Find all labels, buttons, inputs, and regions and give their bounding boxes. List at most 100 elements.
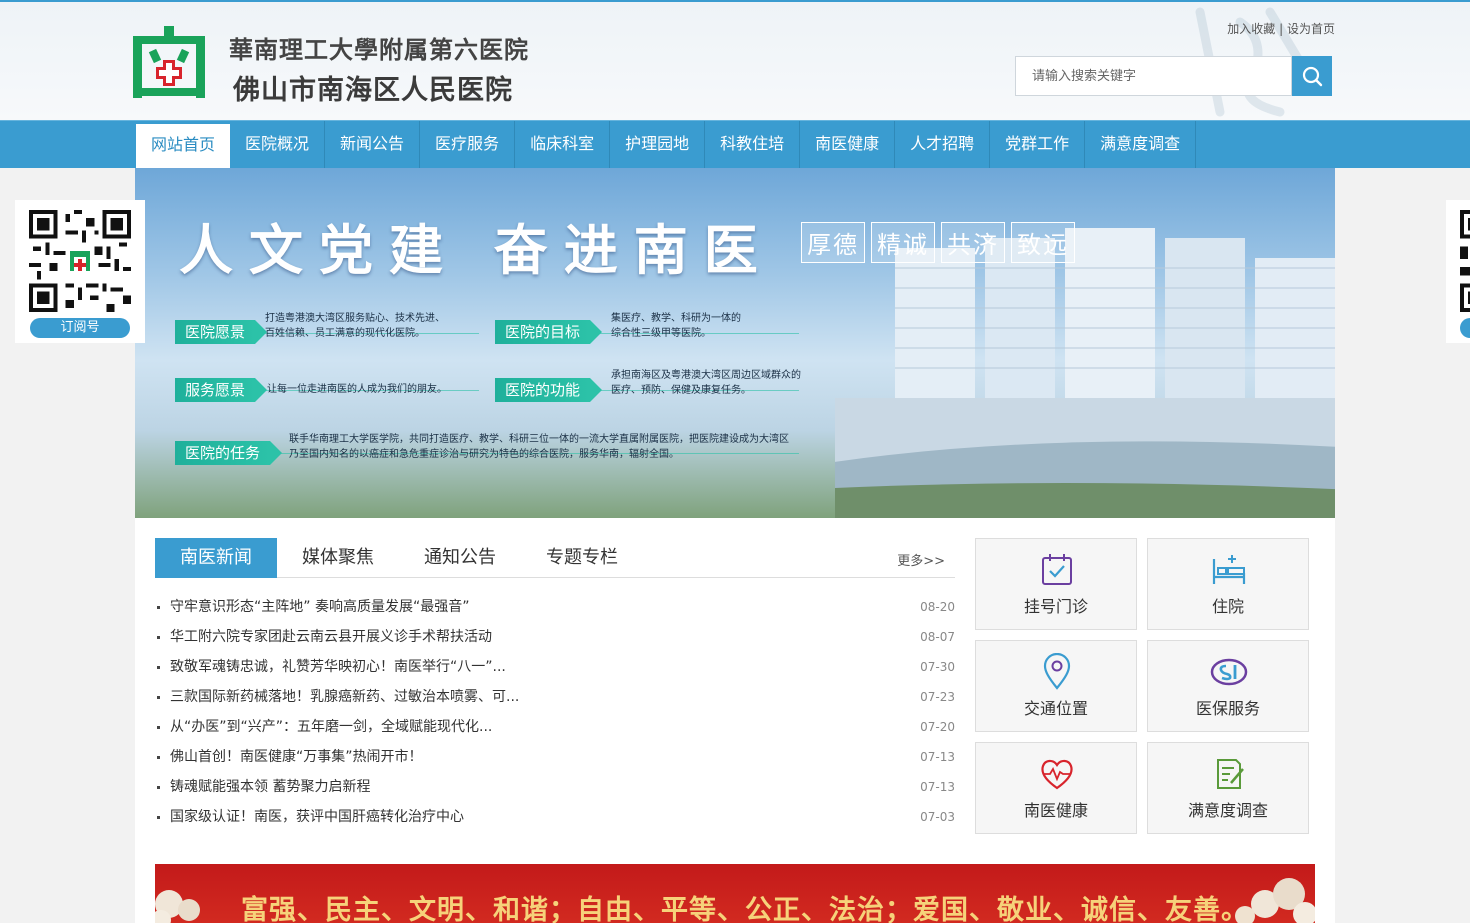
nav-health[interactable]: 南医健康 (800, 121, 896, 169)
news-list: 守牢意识形态“主阵地” 奏响高质量发展“最强音” 08-20 华工附六院专家团赴云… (155, 592, 955, 832)
news-title[interactable]: 三款国际新药械落地！乳腺癌新药、过敏治本喷雾、可... (170, 682, 519, 712)
floating-qr-left[interactable]: 订阅号 (15, 200, 145, 343)
banner-label-vision: 医院愿景 (175, 320, 268, 344)
news-item[interactable]: 致敬军魂铸忠诚，礼赞芳华映初心！南医举行“八一”... 07-30 (155, 652, 955, 682)
hospital-building-image (835, 228, 1335, 518)
banner-label-mission: 医院的任务 (175, 441, 283, 465)
news-item[interactable]: 从“办医”到“兴产”：五年磨一剑，全域赋能现代化... 07-20 (155, 712, 955, 742)
news-date: 07-13 (920, 780, 955, 794)
nav-satisfaction-survey[interactable]: 满意度调查 (1085, 121, 1197, 169)
banner-values: 厚德 精诚 共济 致远 (801, 222, 1075, 263)
news-date: 07-13 (920, 750, 955, 764)
bullet-icon (157, 726, 160, 729)
news-title[interactable]: 致敬军魂铸忠诚，礼赞芳华映初心！南医举行“八一”... (170, 652, 506, 682)
news-item[interactable]: 三款国际新药械落地！乳腺癌新药、过敏治本喷雾、可... 07-23 (155, 682, 955, 712)
medical-insurance-icon (1210, 658, 1248, 686)
search-input[interactable] (1015, 56, 1292, 96)
nav-overview[interactable]: 医院概况 (230, 121, 326, 169)
news-title[interactable]: 铸魂赋能强本领 蓄势聚力启新程 (170, 772, 370, 802)
hospital-bed-icon (1212, 555, 1246, 584)
nav-news[interactable]: 新闻公告 (325, 121, 421, 169)
nav-nursing[interactable]: 护理园地 (610, 121, 706, 169)
tab-media-focus[interactable]: 媒体聚焦 (277, 538, 399, 578)
nav-party-work[interactable]: 党群工作 (990, 121, 1086, 169)
subscribe-label: 订阅号 (30, 318, 130, 338)
quick-label: 住院 (1211, 597, 1244, 616)
add-favorite-link[interactable]: 加入收藏 (1227, 22, 1275, 36)
bullet-icon (157, 756, 160, 759)
more-link[interactable]: 更多>> (897, 550, 945, 569)
heart-pulse-icon (1041, 759, 1073, 790)
banner-slogan: 人文党建 奋进南医 (179, 218, 774, 282)
banner-tag: 共济 (941, 222, 1005, 263)
news-title[interactable]: 守牢意识形态“主阵地” 奏响高质量发展“最强音” (170, 592, 469, 622)
search-icon (1302, 66, 1323, 87)
search-box (1015, 56, 1332, 96)
calendar-check-icon (1042, 554, 1072, 585)
qr-code-icon (1460, 210, 1470, 312)
banner-label-service: 服务愿景 (175, 378, 268, 402)
logo-university-name: 華南理工大學附属第六医院 (229, 35, 529, 64)
quick-label: 满意度调查 (1187, 801, 1268, 820)
quick-registration[interactable]: 挂号门诊 (975, 538, 1137, 630)
news-title[interactable]: 佛山首创！南医健康“万事集”热闹开市！ (170, 742, 423, 772)
set-homepage-link[interactable]: 设为首页 (1287, 22, 1335, 36)
nav-clinical-departments[interactable]: 临床科室 (515, 121, 611, 169)
map-pin-icon (1043, 653, 1071, 690)
tab-hospital-news[interactable]: 南医新闻 (155, 538, 277, 578)
news-date: 07-20 (920, 720, 955, 734)
news-date: 07-03 (920, 810, 955, 824)
site-header: 華南理工大學附属第六医院 佛山市南海区人民医院 加入收藏 | 设为首页 (0, 0, 1470, 120)
news-date: 07-30 (920, 660, 955, 674)
news-tabs: 南医新闻 媒体聚焦 通知公告 专题专栏 更多>> (155, 538, 955, 578)
banner-text-function: 承担南海区及粤港澳大湾区周边区域群众的 医疗、预防、保健及康复任务。 (611, 370, 801, 396)
subscribe-label-bg (1460, 318, 1470, 338)
news-item[interactable]: 华工附六院专家团赴云南云县开展义诊手术帮扶活动 08-07 (155, 622, 955, 652)
survey-edit-icon (1217, 759, 1244, 789)
banner-text-goal: 集医疗、教学、科研为一体的 综合性三级甲等医院。 (611, 313, 741, 339)
logo-hospital-name: 佛山市南海区人民医院 (233, 75, 513, 106)
search-button[interactable] (1292, 56, 1332, 96)
news-title[interactable]: 华工附六院专家团赴云南云县开展义诊手术帮扶活动 (170, 622, 492, 652)
quick-label: 医保服务 (1195, 699, 1260, 718)
floating-qr-right[interactable] (1446, 200, 1470, 343)
nav-recruitment[interactable]: 人才招聘 (895, 121, 991, 169)
cloud-decoration-icon (1235, 878, 1315, 923)
core-values-banner[interactable]: 富强、民主、文明、和谐；自由、平等、公正、法治；爱国、敬业、诚信、友善。 (155, 864, 1315, 923)
quick-health[interactable]: 南医健康 (975, 742, 1137, 834)
hero-banner[interactable]: 人文党建 奋进南医 厚德 精诚 共济 致远 医院愿景 打造粤港澳大湾区服务贴心、… (135, 168, 1335, 518)
bullet-icon (157, 606, 160, 609)
news-title[interactable]: 从“办医”到“兴产”：五年磨一剑，全域赋能现代化... (170, 712, 492, 742)
banner-label-goal: 医院的目标 (495, 320, 603, 344)
quick-label: 挂号门诊 (1023, 597, 1088, 616)
quick-label: 交通位置 (1023, 699, 1088, 718)
bullet-icon (157, 696, 160, 699)
link-separator: | (1279, 22, 1284, 36)
quick-location[interactable]: 交通位置 (975, 640, 1137, 732)
nav-medical-services[interactable]: 医疗服务 (420, 121, 516, 169)
quick-satisfaction-survey[interactable]: 满意度调查 (1147, 742, 1309, 834)
bullet-icon (157, 636, 160, 639)
nav-home[interactable]: 网站首页 (136, 124, 231, 169)
banner-tag: 致远 (1011, 222, 1075, 263)
tab-special-topics[interactable]: 专题专栏 (521, 538, 643, 578)
main-nav: 网站首页 医院概况 新闻公告 医疗服务 临床科室 护理园地 科教住培 南医健康 … (0, 120, 1470, 169)
quick-links: 挂号门诊 住院 交通位置 医保服务 南医健康 满意度调查 (975, 538, 1315, 838)
news-date: 07-23 (920, 690, 955, 704)
banner-tag: 精诚 (871, 222, 935, 263)
quick-medical-insurance[interactable]: 医保服务 (1147, 640, 1309, 732)
qr-code-icon (29, 210, 131, 312)
nav-education[interactable]: 科教住培 (705, 121, 801, 169)
news-item[interactable]: 铸魂赋能强本领 蓄势聚力启新程 07-13 (155, 772, 955, 802)
news-date: 08-07 (920, 630, 955, 644)
banner-text-service: 让每一位走进南医的人成为我们的朋友。 (267, 384, 447, 395)
news-item[interactable]: 守牢意识形态“主阵地” 奏响高质量发展“最强音” 08-20 (155, 592, 955, 622)
bullet-icon (157, 666, 160, 669)
news-title[interactable]: 国家级认证！南医，获评中国肝癌转化治疗中心 (170, 802, 464, 832)
logo-emblem-icon (133, 26, 205, 98)
hospital-logo[interactable]: 華南理工大學附属第六医院 佛山市南海区人民医院 (133, 24, 528, 106)
news-item[interactable]: 佛山首创！南医健康“万事集”热闹开市！ 07-13 (155, 742, 955, 772)
tab-notices[interactable]: 通知公告 (399, 538, 521, 578)
news-item[interactable]: 国家级认证！南医，获评中国肝癌转化治疗中心 07-03 (155, 802, 955, 832)
quick-inpatient[interactable]: 住院 (1147, 538, 1309, 630)
